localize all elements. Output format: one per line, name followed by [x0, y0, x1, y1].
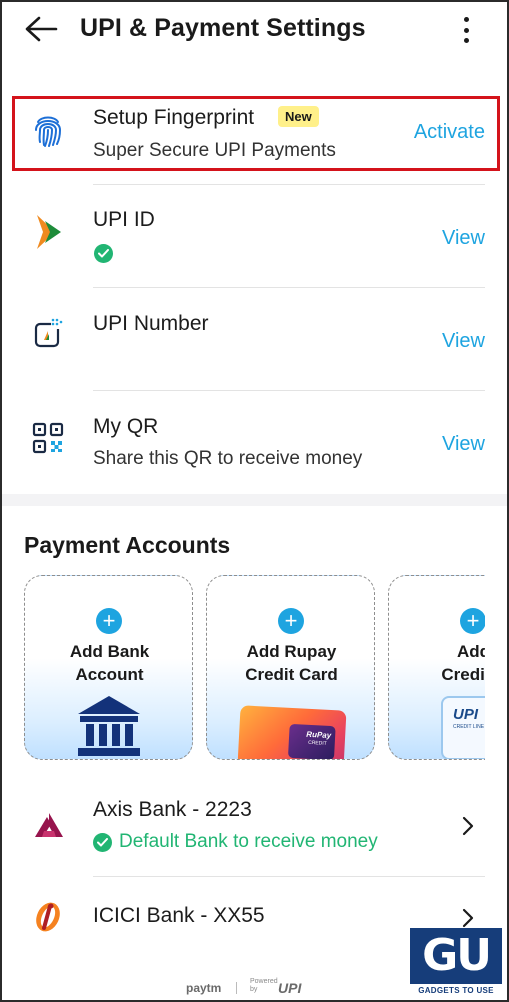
page-title: UPI & Payment Settings — [80, 14, 366, 42]
footer-separator — [236, 982, 237, 994]
qr-code-icon — [30, 418, 66, 458]
add-bank-account-card[interactable]: + Add Bank Account — [24, 575, 193, 760]
bank-building-icon — [78, 696, 140, 756]
add-rupay-credit-card-card[interactable]: + Add Rupay Credit Card RuPay CREDIT — [206, 575, 375, 760]
section-separator — [0, 494, 509, 506]
more-options-button[interactable] — [455, 14, 477, 46]
bhim-upi-icon — [30, 212, 66, 252]
axis-bank-logo — [35, 813, 63, 837]
icici-bank-logo — [36, 902, 60, 932]
fingerprint-title: Setup Fingerprint — [93, 106, 255, 129]
upi-number-view-link[interactable]: View — [442, 330, 485, 353]
gadgets-to-use-watermark: GU GADGETS TO USE — [410, 928, 502, 998]
back-button[interactable] — [24, 14, 58, 44]
fingerprint-icon — [30, 110, 66, 150]
plus-icon: + — [460, 608, 485, 634]
chevron-right-icon — [462, 908, 474, 928]
plus-icon: + — [278, 608, 304, 634]
my-qr-subtitle: Share this QR to receive money — [93, 448, 363, 469]
payment-accounts-heading: Payment Accounts — [24, 532, 231, 558]
divider — [93, 287, 485, 288]
activate-link[interactable]: Activate — [414, 121, 485, 144]
bank-name: ICICI Bank - XX55 — [93, 904, 265, 927]
plus-icon: + — [96, 608, 122, 634]
check-circle-icon — [94, 244, 113, 263]
fingerprint-subtitle: Super Secure UPI Payments — [93, 140, 336, 161]
chevron-right-icon — [462, 816, 474, 836]
upi-id-view-link[interactable]: View — [442, 227, 485, 250]
phone-number-icon — [30, 313, 66, 353]
upi-id-row[interactable]: UPI ID View — [0, 196, 509, 284]
bank-name: Axis Bank - 2223 — [93, 798, 252, 821]
more-vertical-icon — [463, 17, 469, 22]
check-circle-icon — [93, 832, 112, 852]
new-badge: New — [278, 106, 319, 127]
paytm-logo: paytm — [186, 981, 222, 995]
divider — [93, 184, 485, 185]
add-rupay-credit-card-label: Add Rupay Credit Card — [245, 642, 338, 684]
upi-credit-line-icon: UPI CREDIT LINE — [441, 696, 485, 759]
default-bank-status: Default Bank to receive money — [93, 831, 378, 853]
upi-number-title: UPI Number — [93, 312, 209, 335]
arrow-left-icon — [25, 16, 58, 42]
add-bank-account-label: Add Bank Account — [69, 642, 150, 684]
upi-logo: UPI — [278, 980, 302, 996]
my-qr-title: My QR — [93, 415, 159, 438]
divider — [93, 876, 485, 877]
add-credit-line-label: Add Credit L — [441, 642, 485, 684]
my-qr-view-link[interactable]: View — [442, 433, 485, 456]
powered-by-label: Powered by — [250, 978, 278, 993]
watermark-text: GADGETS TO USE — [418, 986, 494, 995]
bank-row-axis[interactable]: Axis Bank - 2223 Default Bank to receive… — [0, 786, 509, 864]
upi-number-row[interactable]: UPI Number View — [0, 299, 509, 387]
add-credit-line-card[interactable]: + Add Credit L UPI CREDIT LINE — [388, 575, 485, 760]
rupay-card-icon: RuPay CREDIT — [237, 705, 347, 759]
upi-id-title: UPI ID — [93, 208, 155, 231]
payment-accounts-carousel[interactable]: + Add Bank Account + Add Rupay Credit Ca… — [24, 575, 485, 765]
my-qr-row[interactable]: My QR Share this QR to receive money Vie… — [0, 402, 509, 492]
watermark-logo: GU — [410, 928, 502, 984]
divider — [93, 390, 485, 391]
app-header: UPI & Payment Settings — [0, 0, 509, 64]
